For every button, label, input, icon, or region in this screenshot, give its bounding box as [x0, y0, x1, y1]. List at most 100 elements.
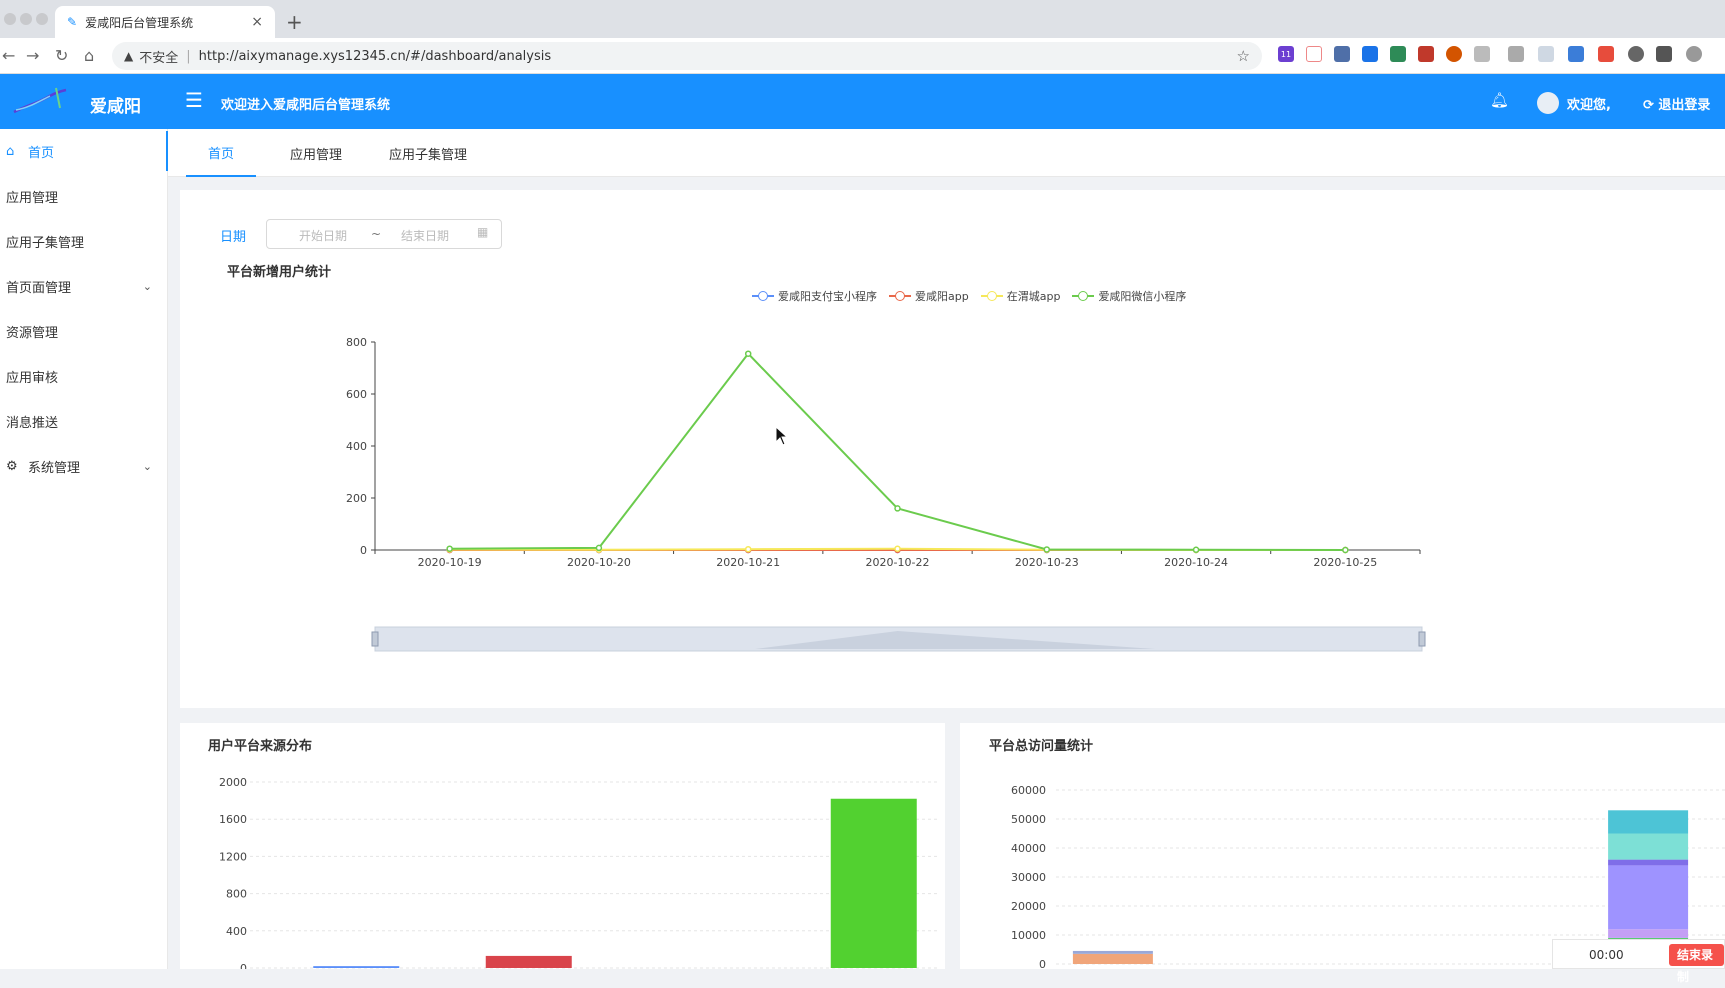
zoom-handle-right	[1418, 631, 1426, 647]
extension-icon[interactable]	[1334, 46, 1350, 62]
x-tick-label: 2020-10-25	[1313, 556, 1377, 569]
bell-icon[interactable]: 🔔︎	[1490, 91, 1509, 109]
y-tick-label: 400	[346, 440, 367, 453]
browser-tab-title: 爱咸阳后台管理系统	[85, 15, 194, 30]
logout-icon: ⟳	[1643, 98, 1659, 113]
avatar[interactable]	[1537, 92, 1559, 114]
calendar-icon[interactable]: ▦	[477, 225, 488, 239]
data-point	[1342, 546, 1349, 554]
bar-chart-title: 用户平台来源分布	[208, 739, 313, 754]
line-chart-title: 平台新增用户统计	[227, 265, 332, 280]
extension-icon[interactable]	[1362, 46, 1378, 62]
sidebar-item-push[interactable]: 消息推送	[0, 401, 168, 441]
range-separator: ~	[371, 227, 382, 241]
legend-item[interactable]: 爱咸阳支付宝小程序	[752, 288, 877, 304]
bar	[485, 955, 572, 968]
recorder-time: 00:00	[1589, 948, 1624, 962]
extension-icon[interactable]	[1390, 46, 1406, 62]
y-tick-label: 1600	[219, 813, 247, 826]
sidebar-item-system[interactable]: ⚙ 系统管理 ⌄	[0, 446, 168, 486]
extension-icon[interactable]	[1568, 46, 1584, 62]
legend-item[interactable]: 在渭城app	[980, 288, 1060, 304]
legend-marker	[980, 291, 1003, 301]
series-line	[449, 352, 1346, 551]
back-arrow-icon[interactable]: ←	[2, 46, 15, 65]
stacked-bar-segment	[1608, 833, 1689, 860]
browser-tab[interactable]: ✎ 爱咸阳后台管理系统 ×	[55, 6, 275, 38]
data-point	[1043, 546, 1051, 553]
address-bar[interactable]: ▲ 不安全 | http://aixymanage.xys12345.cn/#/…	[112, 42, 1262, 70]
url-text[interactable]: http://aixymanage.xys12345.cn/#/dashboar…	[199, 49, 1237, 64]
sidebar-item-resources[interactable]: 资源管理	[0, 311, 168, 351]
logout-button[interactable]: ⟳ 退出登录	[1643, 94, 1710, 113]
line-chart-legend: 爱咸阳支付宝小程序 爱咸阳app 在渭城app 爱咸阳微信小程序	[752, 288, 1186, 304]
window-minimize-dot[interactable]	[20, 13, 32, 25]
extension-icon[interactable]	[1418, 46, 1434, 62]
end-date-placeholder[interactable]: 结束日期	[401, 227, 449, 244]
reload-icon[interactable]: ↻	[55, 46, 68, 65]
gear-icon: ⚙	[6, 458, 18, 474]
data-point	[595, 544, 603, 552]
stacked-bar-segment	[1608, 810, 1689, 834]
y-tick-label: 50000	[1011, 813, 1046, 826]
screen-recorder-widget: 00:00 结束录制	[1552, 939, 1725, 984]
data-point	[446, 545, 453, 552]
bar-chart: 0 400 800 1200 1600 2000	[219, 776, 940, 969]
user-greeting[interactable]: 欢迎您,	[1567, 94, 1611, 113]
forward-arrow-icon[interactable]: →	[26, 46, 39, 65]
y-tick-label: 2000	[219, 776, 247, 789]
x-tick-label: 2020-10-24	[1164, 556, 1228, 569]
date-range-picker[interactable]: 开始日期 ~ 结束日期 ▦	[266, 219, 502, 249]
stop-recording-button[interactable]: 结束录制	[1669, 944, 1724, 984]
tab-home[interactable]: 首页	[186, 129, 256, 177]
extension-icon[interactable]: 11	[1278, 46, 1294, 62]
profile-icon[interactable]	[1686, 46, 1702, 62]
sidebar-item-label: 系统管理	[28, 460, 81, 476]
tab-label: 应用子集管理	[388, 147, 467, 163]
window-close-dot[interactable]	[4, 13, 16, 25]
x-tick-label: 2020-10-21	[716, 556, 780, 569]
new-tab-button[interactable]: +	[286, 10, 303, 34]
close-tab-icon[interactable]: ×	[251, 14, 263, 30]
sidebar-item-label: 应用审核	[6, 370, 59, 386]
legend-item[interactable]: 爱咸阳app	[889, 288, 969, 304]
extension-icon[interactable]	[1598, 46, 1614, 62]
extension-icon[interactable]	[1306, 46, 1322, 62]
line-chart: 0 200 400 600 800 2020-10-19 2020-10-20 2020-10…	[346, 336, 1426, 652]
tab-label: 应用管理	[289, 147, 342, 163]
bar	[830, 798, 917, 968]
window-zoom-dot[interactable]	[36, 13, 48, 25]
menu-toggle-icon[interactable]: ☰	[185, 88, 203, 112]
extension-icon[interactable]	[1628, 46, 1644, 62]
extension-icon[interactable]	[1474, 46, 1490, 62]
start-date-placeholder[interactable]: 开始日期	[299, 227, 347, 244]
sidebar-item-home[interactable]: ⌂ 首页	[0, 131, 168, 171]
legend-marker	[752, 291, 774, 301]
sidebar-item-label: 资源管理	[6, 325, 59, 341]
bookmark-star-icon[interactable]: ☆	[1237, 47, 1250, 65]
sidebar-item-app-management[interactable]: 应用管理	[0, 176, 168, 216]
x-tick-label: 2020-10-22	[866, 556, 930, 569]
zoom-handle-left	[371, 631, 379, 647]
home-icon: ⌂	[6, 143, 15, 159]
welcome-title: 欢迎进入爱咸阳后台管理系统	[221, 98, 391, 113]
extension-icon[interactable]	[1538, 46, 1554, 62]
legend-marker	[1072, 291, 1095, 301]
tab-app-subset[interactable]: 应用子集管理	[378, 129, 478, 177]
sidebar-item-app-review[interactable]: 应用审核	[0, 356, 168, 396]
sidebar-item-label: 首页面管理	[6, 280, 72, 296]
legend-item[interactable]: 爱咸阳微信小程序	[1072, 288, 1186, 304]
puzzle-icon[interactable]	[1656, 46, 1672, 62]
tab-app-management[interactable]: 应用管理	[276, 129, 356, 177]
sidebar-item-homepage-management[interactable]: 首页面管理 ⌄	[0, 266, 168, 306]
sidebar-item-label: 应用管理	[6, 190, 59, 206]
y-tick-label: 0	[1039, 958, 1046, 969]
extension-icon[interactable]	[1508, 46, 1524, 62]
extension-icon[interactable]	[1446, 46, 1462, 62]
y-tick-label: 600	[346, 388, 367, 401]
y-tick-label: 1200	[219, 850, 247, 863]
stacked-bar-segment	[1072, 950, 1153, 954]
sidebar-item-app-subset[interactable]: 应用子集管理	[0, 221, 168, 261]
home-icon[interactable]: ⌂	[84, 46, 94, 65]
y-tick-label: 60000	[1011, 784, 1046, 797]
